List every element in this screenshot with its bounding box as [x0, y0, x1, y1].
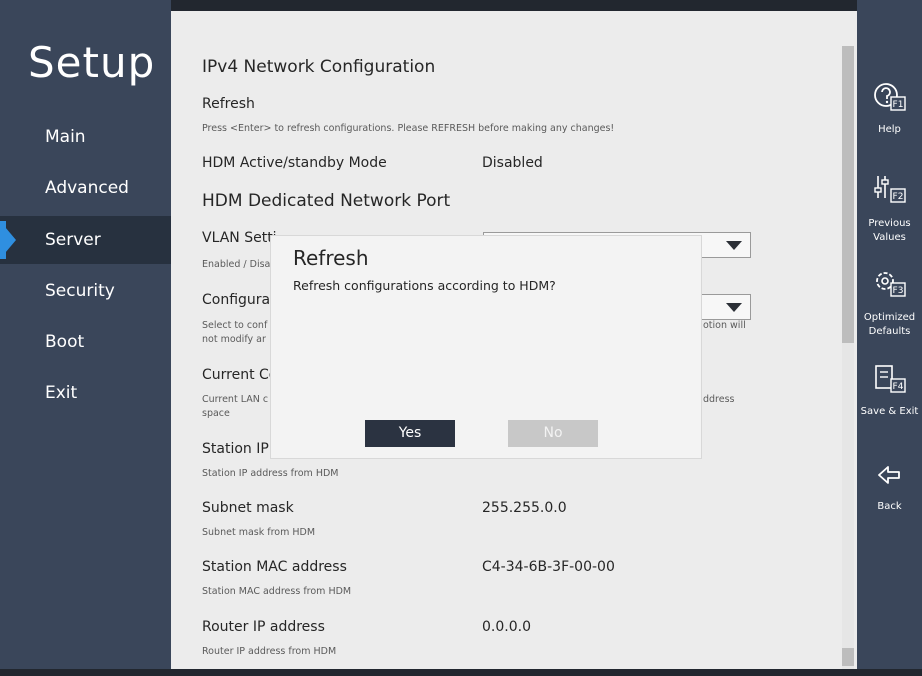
scrollbar-bottom[interactable]	[842, 648, 854, 666]
previous-values-label-2: Values	[873, 232, 906, 243]
svg-text:F4: F4	[893, 382, 904, 392]
mac-help: Station MAC address from HDM	[202, 586, 352, 597]
router-ip-help: Router IP address from HDM	[202, 646, 337, 657]
router-ip-value: 0.0.0.0	[482, 619, 531, 635]
help-label: Help	[878, 124, 901, 135]
config-label: Configura	[202, 292, 271, 308]
vlan-label: VLAN Setti	[202, 230, 277, 246]
nav-item-advanced[interactable]: Advanced	[0, 164, 171, 212]
mac-value: C4-34-6B-3F-00-00	[482, 559, 615, 575]
nav-item-exit[interactable]: Exit	[0, 369, 171, 417]
config-help-1-right: otion will	[703, 320, 746, 331]
dialog-title: Refresh	[293, 246, 369, 270]
svg-text:F3: F3	[893, 286, 904, 296]
no-button[interactable]: No	[508, 420, 598, 447]
back-arrow-icon	[878, 466, 900, 484]
previous-values-button[interactable]: F2 Previous Values	[857, 172, 922, 247]
nav-item-label: Exit	[45, 383, 78, 403]
refresh-item[interactable]: Refresh	[202, 96, 255, 112]
nav-item-main[interactable]: Main	[0, 113, 171, 161]
app-title: Setup	[28, 38, 156, 87]
optimized-defaults-f3-icon: F3	[876, 272, 906, 297]
router-ip-label: Router IP address	[202, 619, 325, 635]
optimized-defaults-label-1: Optimized	[863, 312, 916, 323]
bottom-bar	[0, 669, 922, 676]
vlan-help: Enabled / Disa	[202, 259, 271, 270]
subnet-value: 255.255.0.0	[482, 500, 567, 516]
yes-button[interactable]: Yes	[365, 420, 455, 447]
section-title: IPv4 Network Configuration	[202, 57, 436, 77]
nav-item-security[interactable]: Security	[0, 267, 171, 315]
sidebar: Setup Main Advanced Server Security Boot…	[0, 0, 171, 676]
refresh-help: Press <Enter> to refresh configurations.…	[202, 123, 615, 134]
help-f1-icon: F1	[874, 83, 906, 111]
optimized-defaults-button[interactable]: F3 Optimized Defaults	[857, 266, 922, 341]
subnet-label: Subnet mask	[202, 500, 294, 516]
top-bar	[171, 0, 857, 11]
svg-text:F2: F2	[893, 192, 904, 202]
dedicated-port-title: HDM Dedicated Network Port	[202, 191, 451, 211]
mac-label: Station MAC address	[202, 559, 347, 575]
nav-item-server[interactable]: Server	[0, 216, 171, 264]
optimized-defaults-label-2: Defaults	[868, 326, 911, 337]
station-ip-label: Station IP	[202, 441, 269, 457]
nav-item-label: Security	[45, 281, 115, 301]
help-button[interactable]: F1 Help	[857, 80, 922, 140]
subnet-help: Subnet mask from HDM	[202, 527, 316, 538]
current-config-help-1: Current LAN c	[202, 394, 269, 405]
previous-values-label-1: Previous	[868, 218, 911, 229]
chevron-down-icon	[726, 241, 742, 250]
config-select[interactable]	[701, 294, 751, 320]
function-key-bar: F1 Help F2 Previous Values F3 Optimized …	[857, 0, 922, 676]
nav-item-label: Advanced	[45, 178, 129, 198]
current-config-label: Current Co	[202, 367, 278, 383]
scrollbar-thumb[interactable]	[842, 46, 854, 343]
previous-values-f2-icon: F2	[874, 176, 906, 203]
save-exit-label: Save & Exit	[860, 406, 919, 417]
back-button[interactable]: Back	[857, 460, 922, 520]
config-help-2: not modify ar	[202, 334, 266, 345]
chevron-down-icon	[726, 303, 742, 312]
nav-item-label: Boot	[45, 332, 85, 352]
save-exit-button[interactable]: F4 Save & Exit	[857, 362, 922, 422]
nav-item-label: Server	[45, 230, 101, 250]
nav-item-boot[interactable]: Boot	[0, 318, 171, 366]
current-config-help-2: space	[202, 408, 230, 419]
dialog-message: Refresh configurations according to HDM?	[293, 278, 556, 293]
hdm-mode-label: HDM Active/standby Mode	[202, 155, 387, 171]
svg-text:F1: F1	[893, 100, 904, 110]
current-config-help-1-right: ddress	[703, 394, 735, 405]
config-help-1: Select to conf	[202, 320, 268, 331]
hdm-mode-value: Disabled	[482, 155, 543, 171]
station-ip-help: Station IP address from HDM	[202, 468, 339, 479]
back-label: Back	[877, 501, 902, 512]
save-exit-f4-icon: F4	[875, 365, 906, 393]
nav-item-label: Main	[45, 127, 86, 147]
refresh-dialog: Refresh Refresh configurations according…	[271, 236, 701, 458]
